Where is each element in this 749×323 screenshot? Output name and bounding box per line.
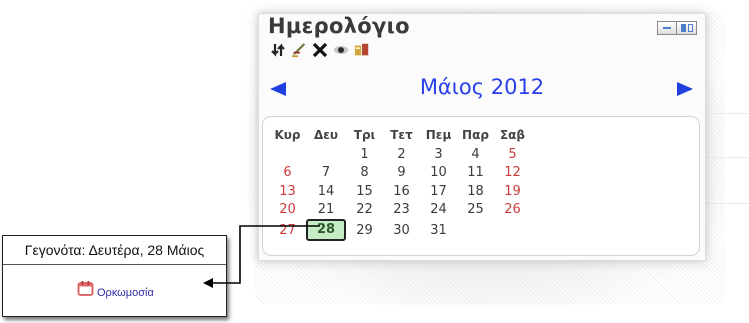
day-cell[interactable]: 26 bbox=[494, 201, 531, 220]
day-cell-highlighted[interactable]: 28 bbox=[306, 219, 346, 241]
day-cell[interactable]: 25 bbox=[457, 201, 494, 220]
day-cell[interactable]: 22 bbox=[346, 201, 383, 220]
month-navigation: Μάιος 2012 bbox=[259, 74, 705, 104]
delete-icon[interactable] bbox=[312, 42, 328, 58]
day-cell bbox=[306, 145, 346, 164]
window-controls bbox=[657, 21, 697, 35]
weekday-header-row: Κυρ Δευ Τρι Τετ Πεμ Παρ Σαβ bbox=[269, 125, 531, 145]
day-cell[interactable]: 29 bbox=[346, 219, 383, 241]
week-row: 13 14 15 16 17 18 19 bbox=[269, 182, 531, 201]
day-cell[interactable]: 17 bbox=[420, 182, 457, 201]
day-cell[interactable]: 27 bbox=[269, 219, 306, 241]
edit-icon[interactable] bbox=[291, 42, 307, 58]
day-cell[interactable]: 21 bbox=[306, 201, 346, 220]
events-popup-header: Γεγονότα: Δευτέρα, 28 Μάιος bbox=[3, 236, 226, 265]
day-cell bbox=[269, 145, 306, 164]
day-cell[interactable]: 24 bbox=[420, 201, 457, 220]
day-cell[interactable]: 7 bbox=[306, 164, 346, 183]
week-row: 1 2 3 4 5 bbox=[269, 145, 531, 164]
calendar-grid: Κυρ Δευ Τρι Τετ Πεμ Παρ Σαβ 1 2 3 4 5 6 … bbox=[269, 125, 531, 241]
event-name[interactable]: Ορκωμοσία bbox=[97, 287, 154, 299]
roles-icon[interactable] bbox=[354, 42, 370, 58]
background-rule bbox=[700, 203, 749, 204]
weekday-thursday: Πεμ bbox=[425, 128, 452, 142]
block-toolbar bbox=[270, 42, 370, 58]
hide-icon[interactable] bbox=[333, 42, 349, 58]
month-grid-panel: Κυρ Δευ Τρι Τετ Πεμ Παρ Σαβ 1 2 3 4 5 6 … bbox=[262, 116, 700, 256]
highlighted-day[interactable]: 28 bbox=[306, 219, 346, 241]
day-cell[interactable]: 30 bbox=[383, 219, 420, 241]
day-cell[interactable]: 16 bbox=[383, 182, 420, 201]
background-rule bbox=[700, 113, 749, 114]
minimize-icon[interactable] bbox=[657, 21, 677, 35]
day-cell[interactable]: 6 bbox=[269, 164, 306, 183]
day-cell[interactable]: 1 bbox=[346, 145, 383, 164]
day-cell[interactable]: 5 bbox=[494, 145, 531, 164]
calendar-event-icon bbox=[77, 279, 95, 297]
day-cell[interactable]: 19 bbox=[494, 182, 531, 201]
day-cell[interactable]: 4 bbox=[457, 145, 494, 164]
weekday-saturday: Σαβ bbox=[499, 128, 526, 142]
weekday-wednesday: Τετ bbox=[390, 128, 413, 142]
day-cell[interactable]: 20 bbox=[269, 201, 306, 220]
weekday-monday: Δευ bbox=[313, 128, 339, 142]
weekday-sunday: Κυρ bbox=[274, 128, 301, 142]
week-row: 20 21 22 23 24 25 26 bbox=[269, 201, 531, 220]
day-cell[interactable]: 8 bbox=[346, 164, 383, 183]
day-cell[interactable]: 18 bbox=[457, 182, 494, 201]
week-row: 6 7 8 9 10 11 12 bbox=[269, 164, 531, 183]
week-row: 27 28 29 30 31 bbox=[269, 219, 531, 241]
event-link[interactable]: Ορκωμοσία bbox=[77, 279, 154, 299]
day-cell[interactable]: 3 bbox=[420, 145, 457, 164]
day-cell[interactable]: 9 bbox=[383, 164, 420, 183]
next-month-icon[interactable] bbox=[677, 82, 693, 96]
dock-icon[interactable] bbox=[677, 21, 697, 35]
day-cell bbox=[457, 219, 494, 241]
block-title: Ημερολόγιο bbox=[268, 14, 410, 38]
day-cell[interactable]: 10 bbox=[420, 164, 457, 183]
day-cell[interactable]: 23 bbox=[383, 201, 420, 220]
day-cell[interactable]: 31 bbox=[420, 219, 457, 241]
background-rule bbox=[700, 157, 749, 158]
day-cell bbox=[494, 219, 531, 241]
month-label[interactable]: Μάιος 2012 bbox=[259, 75, 705, 99]
day-cell[interactable]: 11 bbox=[457, 164, 494, 183]
move-icon[interactable] bbox=[270, 42, 286, 58]
calendar-block: Ημερολόγιο Μάιος 2012 Κυρ Δευ Τρι Τετ Πε… bbox=[258, 13, 706, 261]
weekday-friday: Παρ bbox=[462, 128, 489, 142]
day-cell[interactable]: 2 bbox=[383, 145, 420, 164]
day-events-popup: Γεγονότα: Δευτέρα, 28 Μάιος Ορκωμοσία bbox=[2, 235, 227, 317]
weekday-tuesday: Τρι bbox=[353, 128, 376, 142]
day-cell[interactable]: 12 bbox=[494, 164, 531, 183]
day-cell[interactable]: 13 bbox=[269, 182, 306, 201]
day-cell[interactable]: 14 bbox=[306, 182, 346, 201]
day-cell[interactable]: 15 bbox=[346, 182, 383, 201]
